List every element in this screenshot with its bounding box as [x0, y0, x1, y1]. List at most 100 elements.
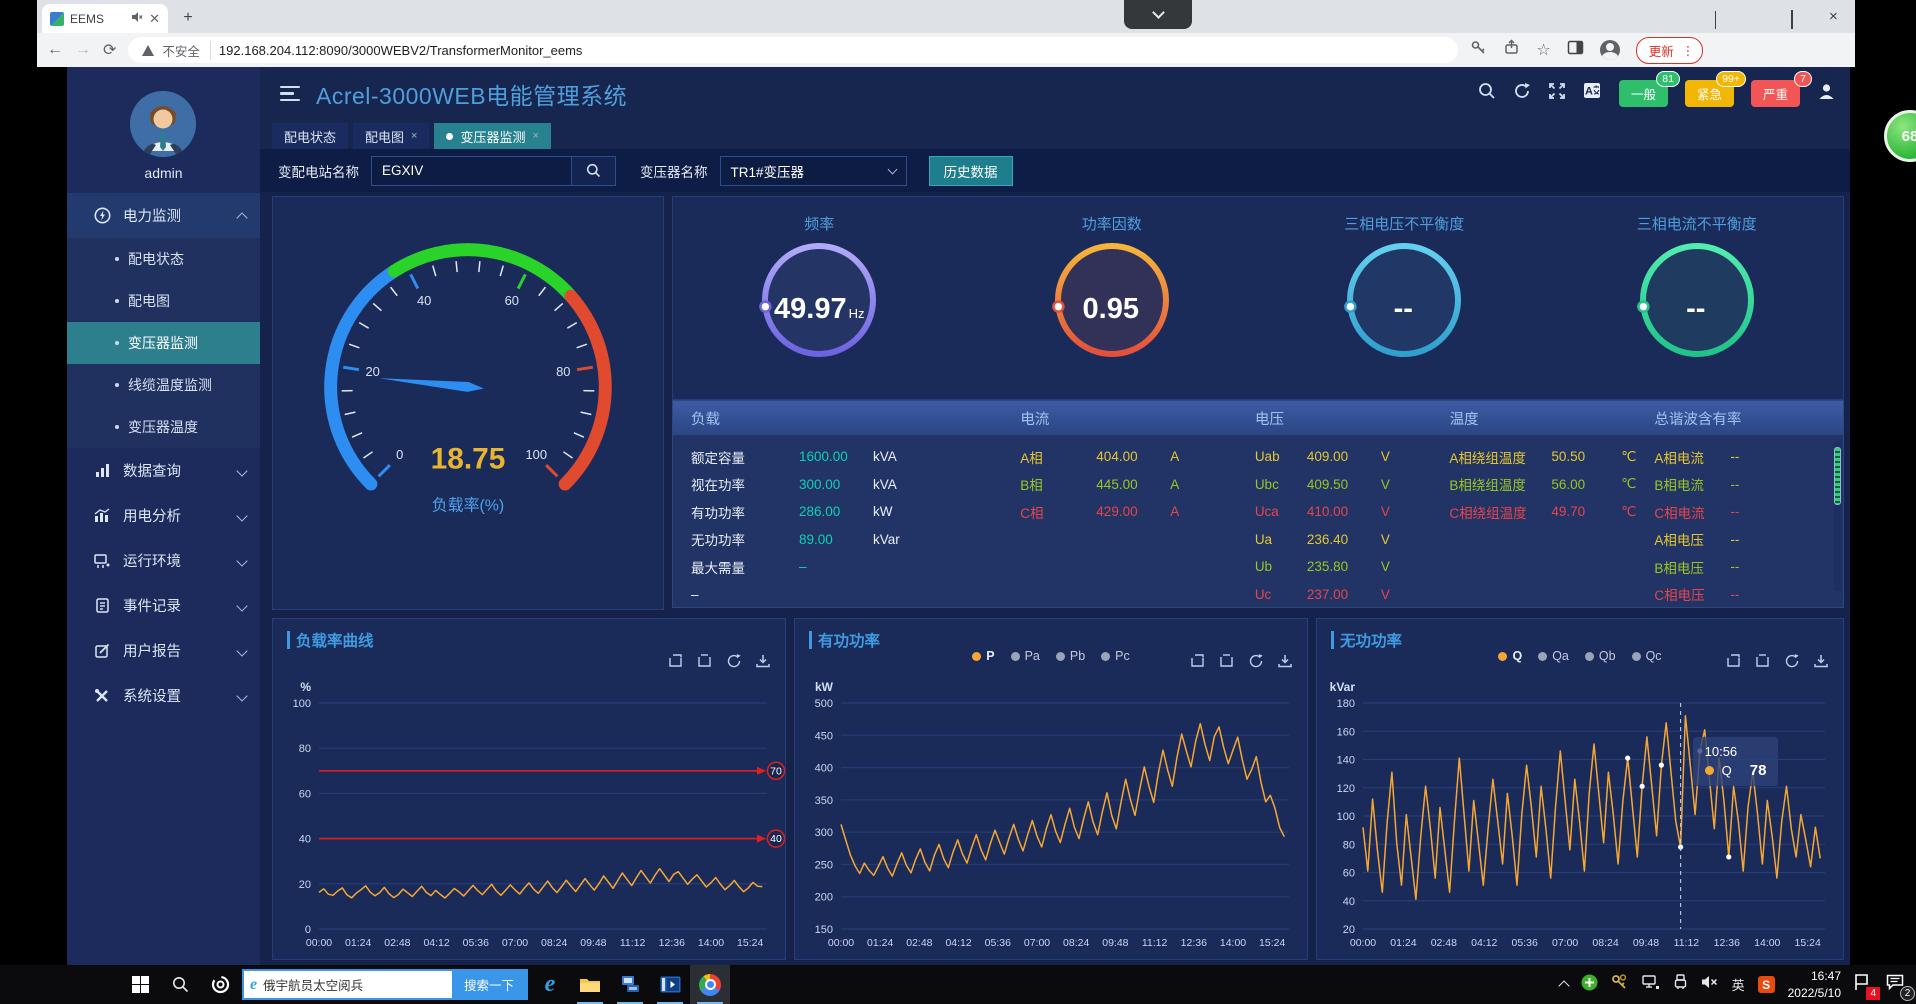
legend-item-Q[interactable]: Q — [1498, 649, 1522, 663]
sogou-input-icon[interactable]: S — [1758, 976, 1775, 993]
legend-item-P[interactable]: P — [972, 649, 994, 663]
alarm-badge-normal[interactable]: 一般81 — [1619, 80, 1668, 107]
tray-expand-icon[interactable] — [1558, 980, 1569, 991]
start-button[interactable] — [120, 965, 160, 1004]
user-avatar[interactable] — [130, 91, 196, 157]
password-key-icon[interactable] — [1470, 39, 1487, 61]
internet-explorer-icon[interactable]: e — [530, 965, 570, 1004]
data-view-icon[interactable] — [1755, 653, 1771, 669]
tab-distribution-diagram[interactable]: 配电图× — [353, 123, 429, 149]
tab-search-chevron-button[interactable] — [1124, 0, 1192, 29]
taskbar-search-box[interactable]: e 俄宇航员太空阅兵 搜索一下 — [242, 969, 528, 1000]
close-icon[interactable]: × — [411, 130, 417, 142]
legend-item-Qb[interactable]: Qb — [1585, 649, 1616, 663]
fullscreen-icon[interactable] — [1548, 82, 1566, 105]
url-input[interactable]: 不安全 192.168.204.112:8090/3000WEBV2/Trans… — [128, 37, 1458, 63]
zoom-restore-icon[interactable] — [1190, 653, 1206, 669]
side-panel-icon[interactable] — [1567, 39, 1584, 61]
chrome-update-button[interactable]: 更新 ⋮ — [1636, 37, 1704, 64]
svg-text:%: % — [300, 680, 311, 694]
table-row: 有功功率286.00kW — [691, 498, 1002, 526]
data-view-icon[interactable] — [697, 653, 713, 669]
sidebar-item-power-monitoring[interactable]: 电力监测 — [67, 193, 260, 238]
file-explorer-icon[interactable] — [570, 965, 610, 1004]
audio-muted-icon[interactable] — [131, 11, 143, 26]
restore-button[interactable] — [1791, 11, 1803, 23]
cortana-icon[interactable] — [200, 965, 240, 1004]
search-button[interactable] — [571, 157, 615, 185]
sidebar-item-distribution-status[interactable]: 配电状态 — [67, 238, 260, 280]
taskbar-clock[interactable]: 16:47 2022/5/10 — [1788, 968, 1841, 1000]
legend-item-Qc[interactable]: Qc — [1632, 649, 1662, 663]
translate-icon[interactable]: A — [1583, 82, 1602, 105]
sidebar-item-distribution-diagram[interactable]: 配电图 — [67, 280, 260, 322]
new-tab-button[interactable]: + — [177, 8, 199, 30]
profile-avatar-icon[interactable] — [1600, 40, 1620, 60]
station-input[interactable] — [372, 163, 571, 178]
bookmark-star-icon[interactable]: ☆ — [1536, 40, 1550, 60]
volume-muted-icon[interactable] — [1701, 975, 1719, 994]
legend-item-Pb[interactable]: Pb — [1056, 649, 1085, 663]
sidebar-item-transformer-temperature[interactable]: 变压器温度 — [67, 406, 260, 448]
sidebar-item-operating-environment[interactable]: 运行环境 — [67, 538, 260, 583]
share-icon[interactable] — [1503, 39, 1520, 61]
download-icon[interactable] — [755, 653, 771, 669]
input-language-indicator[interactable]: 英 — [1732, 975, 1745, 994]
sidebar-item-user-report[interactable]: 用户报告 — [67, 628, 260, 673]
legend-item-Pc[interactable]: Pc — [1101, 649, 1130, 663]
forward-icon[interactable]: → — [75, 41, 91, 59]
keys-icon[interactable] — [1611, 974, 1629, 995]
window-menu-chevron[interactable] — [1715, 11, 1727, 23]
refresh-icon[interactable] — [726, 653, 742, 669]
download-icon[interactable] — [1277, 653, 1293, 669]
download-icon[interactable] — [1813, 653, 1829, 669]
back-icon[interactable]: ← — [47, 41, 63, 59]
reload-icon[interactable]: ⟳ — [103, 40, 116, 60]
minimize-button[interactable] — [1753, 11, 1765, 23]
refresh-icon[interactable] — [1513, 82, 1531, 105]
filter-bar: 变配电站名称 变压器名称 TR1#变压器 历史数据 — [260, 149, 1850, 192]
alarm-badge-critical[interactable]: 严重7 — [1751, 80, 1800, 107]
sidebar-item-consumption-analysis[interactable]: 用电分析 — [67, 493, 260, 538]
tab-transformer-monitor[interactable]: 变压器监测× — [434, 123, 550, 149]
video-player-icon[interactable] — [650, 965, 690, 1004]
zoom-restore-icon[interactable] — [668, 653, 684, 669]
antivirus-icon[interactable] — [1581, 974, 1598, 996]
sidebar-item-data-query[interactable]: 数据查询 — [67, 448, 260, 493]
transformer-select[interactable]: TR1#变压器 — [720, 156, 907, 186]
chrome-icon[interactable] — [690, 965, 730, 1004]
taskbar-search-icon[interactable] — [160, 965, 200, 1004]
sidebar-item-event-log[interactable]: 事件记录 — [67, 583, 260, 628]
notification-flag-icon[interactable]: 4 — [1854, 974, 1873, 996]
sidebar-item-cable-temperature[interactable]: 线缆温度监测 — [67, 364, 260, 406]
overlay-counter-badge[interactable]: 68 — [1884, 110, 1916, 162]
svg-text:100: 100 — [525, 447, 547, 462]
tab-distribution-status[interactable]: 配电状态 — [272, 123, 348, 149]
history-data-button[interactable]: 历史数据 — [929, 156, 1013, 186]
legend-item-Pa[interactable]: Pa — [1011, 649, 1040, 663]
user-icon[interactable] — [1817, 82, 1836, 106]
hamburger-menu-icon[interactable] — [280, 82, 300, 106]
tab-close-icon[interactable]: ✕ — [149, 12, 160, 25]
kebab-menu-icon[interactable]: ⋮ — [1682, 43, 1695, 58]
alarm-badge-urgent[interactable]: 紧急99+ — [1685, 80, 1734, 107]
sidebar-item-transformer-monitor[interactable]: 变压器监测 — [67, 322, 260, 364]
search-icon[interactable] — [1478, 82, 1496, 105]
usb-icon[interactable] — [1673, 974, 1688, 995]
data-view-icon[interactable] — [1219, 653, 1235, 669]
browser-tab[interactable]: EEMS ✕ — [42, 4, 168, 33]
legend-item-Qa[interactable]: Qa — [1538, 649, 1569, 663]
sidebar-item-system-settings[interactable]: 系统设置 — [67, 673, 260, 718]
close-icon[interactable]: × — [532, 130, 538, 142]
scrollbar-thumb[interactable] — [1834, 447, 1841, 505]
search-go-button[interactable]: 搜索一下 — [452, 971, 526, 998]
table-column: A相404.00AB相445.00AC相429.00A — [1002, 435, 1237, 608]
zoom-restore-icon[interactable] — [1726, 653, 1742, 669]
svg-text:0: 0 — [396, 447, 403, 462]
close-button[interactable]: × — [1829, 11, 1841, 23]
refresh-icon[interactable] — [1784, 653, 1800, 669]
fax-device-icon[interactable] — [610, 965, 650, 1004]
action-center-icon[interactable]: 2 — [1886, 974, 1906, 996]
network-icon[interactable] — [1642, 975, 1660, 995]
refresh-icon[interactable] — [1248, 653, 1264, 669]
